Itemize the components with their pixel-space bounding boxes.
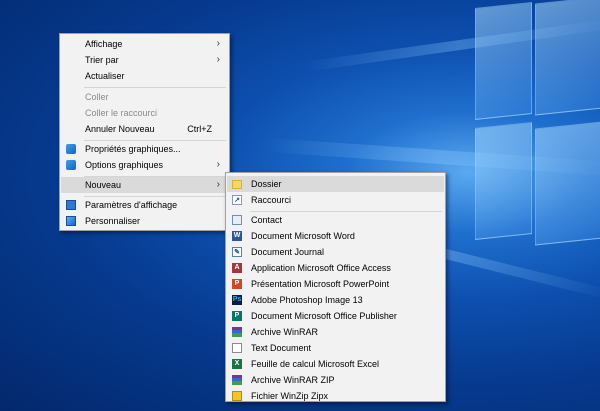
winrar-zip-icon (232, 375, 242, 385)
powerpoint-icon: P (232, 279, 242, 289)
winrar-icon (232, 327, 242, 337)
submenu-item-raccourci[interactable]: ↗ Raccourci (227, 192, 444, 208)
menu-item-label: Paramètres d'affichage (85, 200, 178, 210)
menu-item-annuler-nouveau[interactable]: Annuler Nouveau Ctrl+Z (61, 121, 228, 137)
submenu-item-label: Document Microsoft Word (251, 231, 355, 241)
submenu-item-label: Adobe Photoshop Image 13 (251, 295, 363, 305)
menu-item-label: Trier par (85, 55, 119, 65)
submenu-item-label: Feuille de calcul Microsoft Excel (251, 359, 380, 369)
menu-item-parametres-affichage[interactable]: Paramètres d'affichage (61, 197, 228, 213)
intel-graphics-icon (66, 160, 76, 170)
winzip-icon (232, 391, 242, 401)
word-icon: W (232, 231, 242, 241)
windows-logo-icon (465, 0, 600, 300)
submenu-item-photoshop[interactable]: Ps Adobe Photoshop Image 13 (227, 292, 444, 308)
chevron-right-icon: › (216, 54, 220, 65)
chevron-right-icon: › (216, 38, 220, 49)
menu-item-actualiser[interactable]: Actualiser (61, 68, 228, 84)
menu-item-label: Nouveau (85, 180, 122, 190)
journal-icon: ✎ (232, 247, 242, 257)
submenu-item-winrar[interactable]: Archive WinRAR (227, 324, 444, 340)
submenu-item-winrar-zip[interactable]: Archive WinRAR ZIP (227, 372, 444, 388)
submenu-item-journal[interactable]: ✎ Document Journal (227, 244, 444, 260)
submenu-item-text-document[interactable]: Text Document (227, 340, 444, 356)
chevron-right-icon: › (216, 159, 220, 170)
menu-item-label: Options graphiques (85, 160, 164, 170)
shortcut-label: Ctrl+Z (187, 124, 212, 134)
intel-graphics-icon (66, 144, 76, 154)
submenu-item-label: Présentation Microsoft PowerPoint (251, 279, 390, 289)
submenu-item-access[interactable]: A Application Microsoft Office Access (227, 260, 444, 276)
menu-item-label: Coller le raccourci (85, 108, 158, 118)
submenu-item-label: Raccourci (251, 195, 292, 205)
access-icon: A (232, 263, 242, 273)
submenu-item-contact[interactable]: Contact (227, 212, 444, 228)
submenu-item-excel[interactable]: X Feuille de calcul Microsoft Excel (227, 356, 444, 372)
submenu-item-label: Dossier (251, 179, 282, 189)
excel-icon: X (232, 359, 242, 369)
submenu-item-winzip[interactable]: Fichier WinZip Zipx (227, 388, 444, 404)
nouveau-submenu: Dossier ↗ Raccourci Contact W Document M… (225, 172, 446, 402)
menu-item-label: Coller (85, 92, 109, 102)
menu-separator (84, 87, 226, 88)
menu-item-affichage[interactable]: Affichage › (61, 36, 228, 52)
submenu-item-label: Document Microsoft Office Publisher (251, 311, 397, 321)
display-settings-icon (66, 200, 76, 210)
submenu-item-publisher[interactable]: P Document Microsoft Office Publisher (227, 308, 444, 324)
folder-icon (232, 180, 242, 189)
menu-item-label: Affichage (85, 39, 123, 49)
text-document-icon (232, 343, 242, 353)
submenu-item-label: Archive WinRAR (251, 327, 319, 337)
photoshop-icon: Ps (232, 295, 242, 305)
submenu-item-powerpoint[interactable]: P Présentation Microsoft PowerPoint (227, 276, 444, 292)
shortcut-icon: ↗ (232, 195, 242, 205)
chevron-right-icon: › (216, 179, 220, 190)
menu-item-coller: Coller (61, 89, 228, 105)
contact-icon (232, 215, 242, 225)
menu-item-label: Actualiser (85, 71, 125, 81)
menu-item-label: Annuler Nouveau (85, 124, 155, 134)
submenu-item-dossier[interactable]: Dossier (227, 176, 444, 192)
menu-item-proprietes-graphiques[interactable]: Propriétés graphiques... (61, 141, 228, 157)
desktop-context-menu: Affichage › Trier par › Actualiser Colle… (59, 33, 230, 231)
menu-item-nouveau[interactable]: Nouveau › (61, 177, 228, 193)
submenu-item-word[interactable]: W Document Microsoft Word (227, 228, 444, 244)
menu-item-personnaliser[interactable]: Personnaliser (61, 213, 228, 229)
menu-item-label: Propriétés graphiques... (85, 144, 181, 154)
menu-item-trier-par[interactable]: Trier par › (61, 52, 228, 68)
submenu-item-label: Document Journal (251, 247, 325, 257)
submenu-item-label: Application Microsoft Office Access (251, 263, 391, 273)
submenu-item-label: Text Document (251, 343, 312, 353)
menu-item-options-graphiques[interactable]: Options graphiques › (61, 157, 228, 173)
menu-item-coller-raccourci: Coller le raccourci (61, 105, 228, 121)
publisher-icon: P (232, 311, 242, 321)
menu-item-label: Personnaliser (85, 216, 141, 226)
submenu-item-label: Archive WinRAR ZIP (251, 375, 335, 385)
personalize-icon (66, 216, 76, 226)
submenu-item-label: Fichier WinZip Zipx (251, 391, 329, 401)
submenu-item-label: Contact (251, 215, 283, 225)
